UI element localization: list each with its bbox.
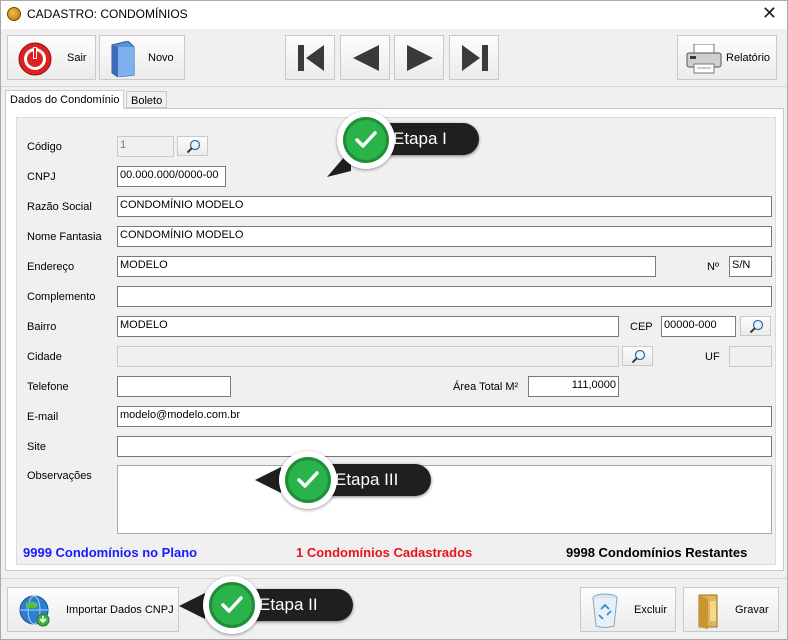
endereco-label: Endereço (27, 261, 75, 273)
power-icon (18, 42, 52, 76)
gravar-button[interactable]: Gravar (683, 587, 779, 632)
complemento-field[interactable] (117, 286, 772, 307)
area-total-field[interactable]: 111,0000 (528, 376, 619, 397)
email-field[interactable]: modelo@modelo.com.br (117, 406, 772, 427)
tab-dados-do-condominio[interactable]: Dados do Condomínio (5, 90, 125, 109)
codigo-search-button[interactable] (177, 136, 208, 156)
magnifier-icon (631, 349, 646, 364)
uf-field[interactable] (729, 346, 772, 367)
cidade-label: Cidade (27, 351, 62, 363)
close-button[interactable]: ✕ (762, 4, 777, 22)
check-badge (209, 582, 255, 628)
sair-label: Sair (67, 52, 87, 64)
magnifier-icon (186, 139, 201, 154)
sair-button[interactable]: Sair (7, 35, 96, 80)
stat-restantes: 9998 Condomínios Restantes (566, 545, 748, 560)
novo-button[interactable]: Novo (99, 35, 185, 80)
razao-social-field[interactable]: CONDOMÍNIO MODELO (117, 196, 772, 217)
app-icon (7, 7, 21, 21)
first-record-button[interactable] (285, 35, 335, 80)
last-record-button[interactable] (449, 35, 499, 80)
bairro-field[interactable]: MODELO (117, 316, 619, 337)
nome-fantasia-label: Nome Fantasia (27, 231, 102, 243)
stat-plano: 9999 Condomínios no Plano (23, 545, 198, 560)
codigo-label: Código (27, 141, 62, 153)
excluir-label: Excluir (634, 604, 668, 616)
title-bar: CADASTRO: CONDOMÍNIOS ✕ (1, 1, 787, 29)
check-icon (355, 131, 377, 148)
observacoes-label: Observações (27, 470, 92, 482)
callout-etapa-3: Etapa III (253, 449, 433, 511)
check-badge (343, 117, 389, 163)
observacoes-field[interactable] (117, 465, 772, 534)
callout-badge (337, 111, 395, 169)
importar-cnpj-label: Importar Dados CNPJ (66, 604, 174, 616)
next-record-button[interactable] (394, 35, 444, 80)
email-label: E-mail (27, 411, 59, 423)
uf-label: UF (705, 351, 720, 363)
first-icon (298, 45, 324, 71)
relatorio-label: Relatório (726, 52, 771, 64)
printer-icon (686, 44, 722, 74)
check-badge (285, 457, 331, 503)
razao-social-label: Razão Social (27, 201, 92, 213)
area-total-label: Área Total M² (453, 381, 519, 393)
toolbar-divider (1, 86, 787, 87)
globe-download-icon (19, 595, 50, 627)
telefone-label: Telefone (27, 381, 69, 393)
numero-label: Nº (707, 261, 719, 273)
novo-label: Novo (148, 52, 174, 64)
cep-label: CEP (630, 321, 653, 333)
stat-cadastrados: 1 Condomínios Cadastrados (296, 545, 473, 560)
complemento-label: Complemento (27, 291, 96, 303)
nome-fantasia-field[interactable]: CONDOMÍNIO MODELO (117, 226, 772, 247)
callout-badge (203, 576, 261, 634)
window-title: CADASTRO: CONDOMÍNIOS (27, 7, 188, 21)
excluir-button[interactable]: Excluir (580, 587, 676, 632)
check-icon (221, 596, 243, 613)
cidade-search-button[interactable] (622, 346, 653, 366)
check-icon (297, 471, 319, 488)
site-field[interactable] (117, 436, 772, 457)
cep-field[interactable]: 00000-000 (661, 316, 736, 337)
new-document-icon (111, 41, 135, 77)
callout-etapa-1: Etapa I (323, 109, 483, 181)
callout-badge (279, 451, 337, 509)
folder-save-icon (698, 594, 718, 629)
cidade-field[interactable] (117, 346, 619, 367)
codigo-field[interactable]: 1 (117, 136, 174, 157)
site-label: Site (27, 441, 46, 453)
endereco-field[interactable]: MODELO (117, 256, 656, 277)
callout-etapa-2: Etapa II (177, 575, 355, 637)
cep-search-button[interactable] (740, 316, 771, 336)
previous-icon (353, 45, 379, 71)
bairro-label: Bairro (27, 321, 57, 333)
recycle-bin-icon (592, 593, 618, 628)
last-icon (462, 45, 488, 71)
relatorio-button[interactable]: Relatório (677, 35, 777, 80)
magnifier-icon (749, 319, 764, 334)
next-icon (407, 45, 433, 71)
importar-cnpj-button[interactable]: Importar Dados CNPJ (7, 587, 179, 632)
footer-divider (1, 578, 787, 579)
tab-boleto[interactable]: Boleto (126, 91, 168, 108)
window: CADASTRO: CONDOMÍNIOS ✕ Sair Novo Relató… (0, 0, 788, 640)
numero-field[interactable]: S/N (729, 256, 772, 277)
previous-record-button[interactable] (340, 35, 390, 80)
gravar-label: Gravar (735, 604, 769, 616)
telefone-field[interactable] (117, 376, 231, 397)
cnpj-label: CNPJ (27, 171, 56, 183)
cnpj-field[interactable]: 00.000.000/0000-00 (117, 166, 226, 187)
